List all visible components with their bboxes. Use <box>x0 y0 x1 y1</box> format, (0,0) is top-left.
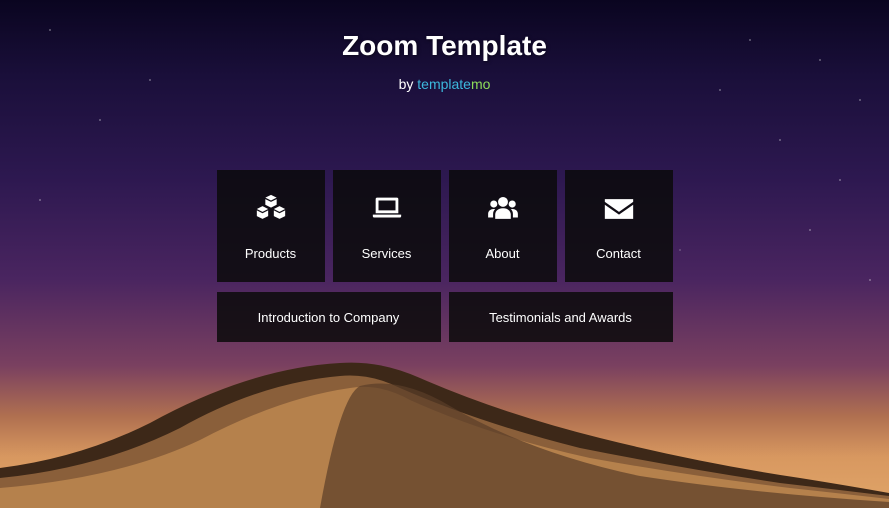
tile-label: About <box>486 246 520 261</box>
nav-tiles: Products Services About Contact <box>217 170 673 282</box>
nav-bars: Introduction to Company Testimonials and… <box>217 292 673 342</box>
brand-link[interactable]: templatemo <box>417 76 490 92</box>
page-title: Zoom Template <box>342 30 547 62</box>
bar-label: Introduction to Company <box>258 310 400 325</box>
tile-label: Products <box>245 246 296 261</box>
tile-products[interactable]: Products <box>217 170 325 282</box>
tile-contact[interactable]: Contact <box>565 170 673 282</box>
background-dune <box>0 328 889 508</box>
users-icon <box>486 192 520 226</box>
laptop-icon <box>370 192 404 226</box>
tile-services[interactable]: Services <box>333 170 441 282</box>
page-subtitle: by templatemo <box>399 76 491 92</box>
main-content: Zoom Template by templatemo Products Ser… <box>0 0 889 342</box>
brand-part1: template <box>417 76 471 92</box>
envelope-icon <box>602 192 636 226</box>
subtitle-prefix: by <box>399 76 418 92</box>
brand-part2: mo <box>471 76 490 92</box>
bar-testimonials[interactable]: Testimonials and Awards <box>449 292 673 342</box>
tile-label: Services <box>362 246 412 261</box>
bar-label: Testimonials and Awards <box>489 310 632 325</box>
bar-introduction[interactable]: Introduction to Company <box>217 292 441 342</box>
tile-label: Contact <box>596 246 641 261</box>
cubes-icon <box>254 192 288 226</box>
tile-about[interactable]: About <box>449 170 557 282</box>
